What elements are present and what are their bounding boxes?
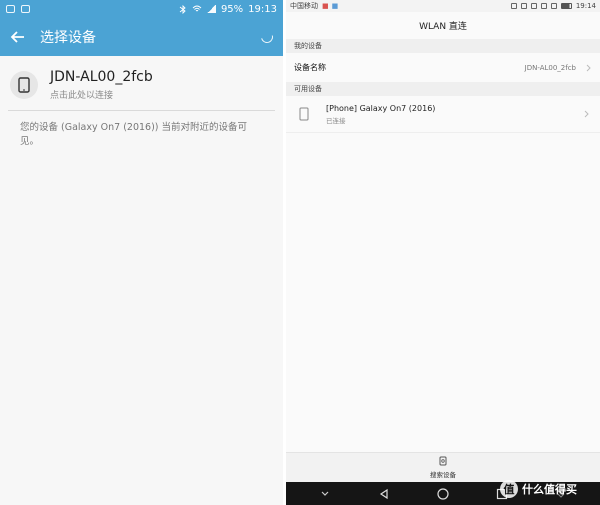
back-icon[interactable] (378, 488, 390, 500)
chevron-down-icon[interactable] (319, 488, 331, 500)
alarm-icon (530, 3, 537, 9)
status-time: 19:14 (575, 2, 596, 10)
notification-icon (6, 5, 15, 13)
device-list-item[interactable]: JDN-AL00_2fcb 点击此处以连接 (0, 56, 283, 104)
device-name-row[interactable]: 设备名称 JDN-AL00_2fcb (286, 53, 600, 82)
watermark: 值 什么值得买 (500, 479, 594, 499)
left-screen: 95% 19:13 选择设备 JDN-AL00_2fcb 点击此处以连接 您的设… (0, 0, 283, 505)
chevron-right-icon (586, 64, 591, 71)
headset-icon (520, 3, 527, 9)
carrier-name: 中国移动 (290, 2, 318, 10)
signal-icon (550, 3, 557, 9)
wifi-icon (192, 5, 202, 12)
page-title: WLAN 直连 (419, 22, 467, 32)
wifi-icon (540, 3, 547, 9)
search-device-icon (439, 456, 447, 466)
section-header-my-device: 我的设备 (286, 39, 600, 53)
phone-icon (299, 107, 309, 121)
section-header-available: 可用设备 (286, 82, 600, 96)
back-arrow-icon[interactable] (10, 29, 26, 45)
watermark-text: 什么值得买 (522, 483, 577, 496)
available-device-status: 已连接 (326, 116, 346, 125)
watermark-logo: 值 (500, 480, 518, 498)
status-time: 19:13 (248, 3, 277, 15)
available-device-item[interactable]: [Phone] Galaxy On7 (2016) 已连接 (286, 96, 600, 133)
chevron-right-icon (584, 110, 589, 118)
right-screen: 中国移动 ■ ■ 19:14 WLAN 直连 我的设备 设备名称 JDN-AL0… (286, 0, 600, 505)
bluetooth-icon (179, 4, 186, 14)
device-subtitle: 点击此处以连接 (50, 91, 114, 101)
page-title: 选择设备 (40, 30, 96, 46)
available-device-name: [Phone] Galaxy On7 (2016) (326, 103, 436, 113)
home-icon[interactable] (437, 487, 449, 500)
phone-icon (18, 77, 30, 93)
search-devices-button[interactable]: 搜索设备 (286, 452, 600, 482)
visibility-description: 您的设备 (Galaxy On7 (2016)) 当前对附近的设备可见。 (20, 122, 248, 147)
left-app-bar: 选择设备 (0, 18, 283, 56)
battery-percent: 95% (220, 3, 244, 15)
image-icon (21, 5, 30, 13)
notification-icon: ■ (322, 2, 329, 10)
device-name-value: JDN-AL00_2fcb (524, 63, 576, 72)
device-name: JDN-AL00_2fcb (50, 69, 153, 85)
right-status-bar: 中国移动 ■ ■ 19:14 (286, 0, 600, 12)
device-avatar (10, 71, 38, 99)
device-name-label: 设备名称 (294, 63, 326, 72)
left-status-bar: 95% 19:13 (0, 0, 283, 18)
scanning-spinner-icon (258, 28, 276, 46)
signal-icon (206, 5, 216, 13)
battery-icon (560, 3, 572, 9)
search-devices-label: 搜索设备 (430, 471, 456, 479)
app-icon: ■ (331, 2, 339, 10)
screenshot-composite: 95% 19:13 选择设备 JDN-AL00_2fcb 点击此处以连接 您的设… (0, 0, 600, 505)
bluetooth-icon (510, 3, 517, 9)
